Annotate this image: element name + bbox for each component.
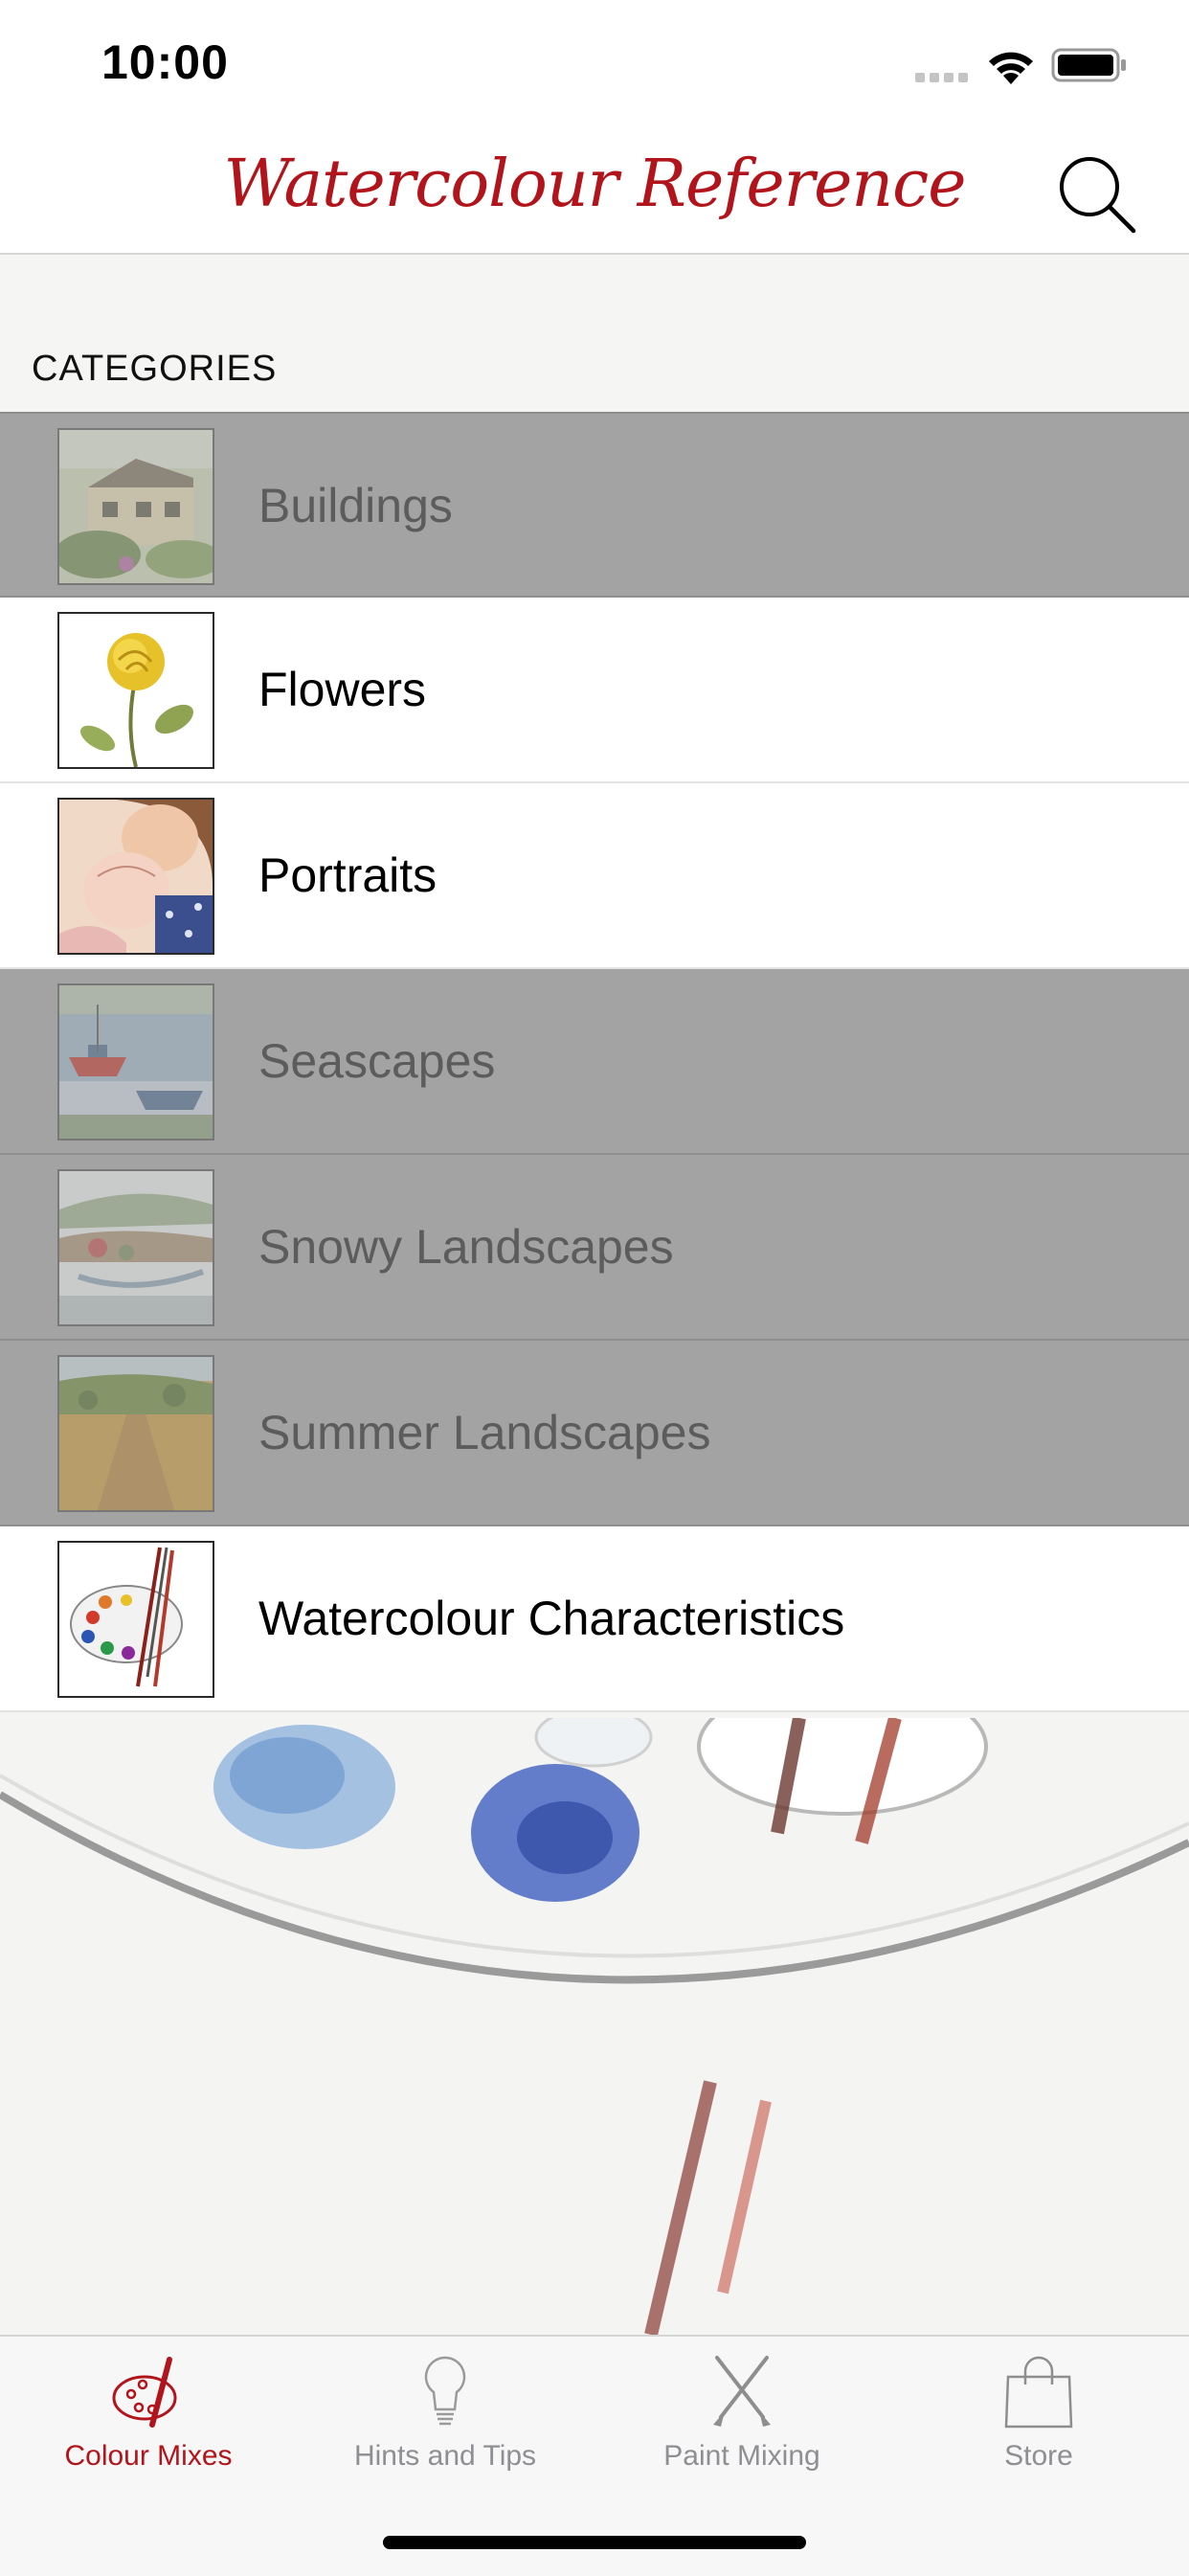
summer-landscapes-thumbnail: [57, 1355, 214, 1512]
category-label: Watercolour Characteristics: [258, 1592, 845, 1645]
navigation-bar: Watercolour Reference: [0, 129, 1189, 255]
flowers-thumbnail: [57, 612, 214, 769]
palette-icon: [112, 2357, 177, 2428]
cellular-signal-icon: [915, 73, 968, 82]
palette-background-illustration: [0, 1718, 1189, 2335]
category-label: Snowy Landscapes: [258, 1220, 674, 1274]
category-row-flowers[interactable]: Flowers: [0, 598, 1189, 783]
section-header: CATEGORIES: [32, 349, 278, 389]
category-row-seascapes[interactable]: Seascapes: [0, 969, 1189, 1155]
app-title-logo: Watercolour Reference: [223, 147, 967, 222]
category-label: Seascapes: [258, 1034, 496, 1088]
category-row-buildings[interactable]: Buildings: [0, 412, 1189, 598]
status-time: 10:00: [101, 35, 229, 89]
tab-paint-mixing[interactable]: Paint Mixing: [594, 2337, 890, 2490]
portraits-thumbnail: [57, 798, 214, 955]
category-row-summer-landscapes[interactable]: Summer Landscapes: [0, 1341, 1189, 1526]
category-list: Buildings Flowers Portraits Seascapes Sn…: [0, 412, 1189, 1712]
search-icon[interactable]: [1053, 150, 1139, 237]
category-label: Flowers: [258, 663, 427, 716]
tab-label: Paint Mixing: [663, 2440, 820, 2472]
tab-label: Hints and Tips: [353, 2440, 537, 2472]
brushes-icon: [713, 2356, 771, 2427]
category-label: Summer Landscapes: [258, 1406, 711, 1459]
watercolour-characteristics-thumbnail: [57, 1541, 214, 1698]
tab-label: Store: [1004, 2440, 1073, 2472]
seascapes-thumbnail: [57, 983, 214, 1141]
tab-store[interactable]: Store: [890, 2337, 1187, 2490]
home-indicator[interactable]: [383, 2536, 806, 2549]
tab-label: Colour Mixes: [64, 2440, 233, 2472]
buildings-thumbnail: [57, 428, 214, 585]
category-row-snowy-landscapes[interactable]: Snowy Landscapes: [0, 1155, 1189, 1341]
snowy-landscapes-thumbnail: [57, 1169, 214, 1326]
category-row-portraits[interactable]: Portraits: [0, 783, 1189, 969]
category-label: Portraits: [258, 848, 437, 902]
lightbulb-icon: [424, 2356, 466, 2426]
status-bar: 10:00: [0, 0, 1189, 129]
category-row-watercolour-characteristics[interactable]: Watercolour Characteristics: [0, 1526, 1189, 1712]
tab-hints-and-tips[interactable]: Hints and Tips: [297, 2337, 594, 2490]
battery-icon: [1051, 48, 1126, 82]
wifi-icon: [989, 52, 1033, 84]
category-label: Buildings: [258, 479, 453, 532]
tab-colour-mixes[interactable]: Colour Mixes: [0, 2337, 297, 2490]
shopping-bag-icon: [1004, 2356, 1073, 2429]
